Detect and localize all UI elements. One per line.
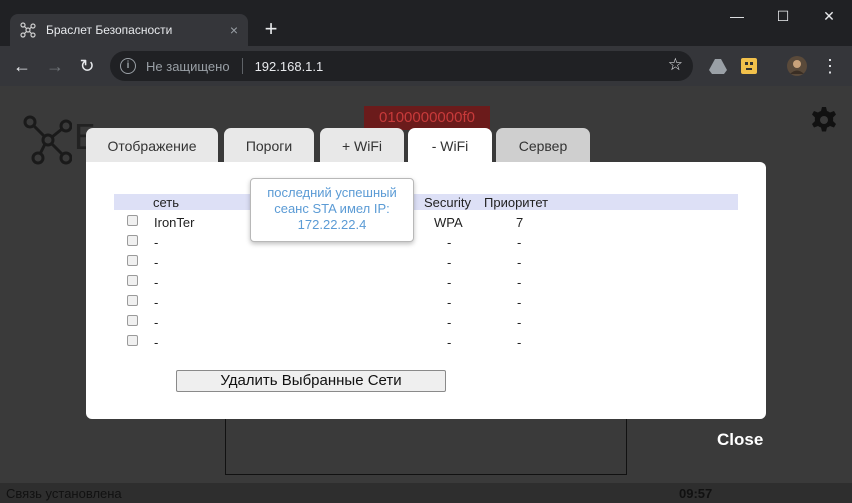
url-text[interactable]: 192.168.1.1 — [255, 59, 324, 74]
menu-icon[interactable]: ⋮ — [818, 54, 842, 78]
header-priority: Приоритет — [484, 195, 549, 210]
row-checkbox[interactable] — [127, 275, 138, 286]
ip-tooltip: последний успешный сеанс STA имел IP: 17… — [250, 178, 414, 242]
device-id-badge: 0100000000f0 — [364, 106, 490, 130]
new-tab-button[interactable]: + — [258, 17, 284, 43]
tab-add-wifi[interactable]: + WiFi — [320, 128, 404, 162]
star-icon[interactable]: ☆ — [668, 55, 683, 75]
tooltip-line: сеанс STA имел IP: — [274, 201, 390, 216]
row-checkbox[interactable] — [127, 295, 138, 306]
reload-button[interactable]: ↻ — [75, 54, 99, 78]
network-priority: 7 — [516, 215, 524, 230]
network-name: - — [154, 295, 159, 310]
row-checkbox[interactable] — [127, 315, 138, 326]
network-security: - — [447, 295, 452, 310]
tab-display[interactable]: Отображение — [86, 128, 218, 162]
security-label: Не защищено — [146, 58, 230, 74]
network-security: - — [447, 235, 452, 250]
clock: 09:57 — [679, 486, 713, 501]
browser-toolbar: ← → ↻ i Не защищено 192.168.1.1 ☆ ⋮ — [0, 46, 852, 86]
close-button[interactable]: Close — [717, 430, 763, 450]
network-name: IronTer — [154, 215, 195, 230]
tab-title: Браслет Безопасности — [46, 23, 173, 37]
logo-icon — [23, 115, 72, 165]
close-window-button[interactable]: ✕ — [806, 4, 852, 28]
network-security: - — [447, 275, 452, 290]
drive-icon[interactable] — [708, 56, 728, 76]
forward-button[interactable]: → — [43, 54, 67, 78]
wifi-dialog: сеть Security Приоритет IronTer WPA 7 - … — [86, 162, 766, 419]
close-tab-icon[interactable]: × — [230, 22, 238, 38]
browser-titlebar: Браслет Безопасности × + — ☐ ✕ — [0, 0, 852, 46]
row-checkbox[interactable] — [127, 335, 138, 346]
network-priority: - — [517, 335, 522, 350]
delete-selected-networks-button[interactable]: Удалить Выбранные Сети — [176, 370, 446, 392]
network-name: - — [154, 235, 159, 250]
header-security: Security — [424, 195, 471, 210]
network-security: WPA — [434, 215, 463, 230]
minimize-button[interactable]: — — [714, 4, 760, 28]
tab-remove-wifi[interactable]: - WiFi — [408, 128, 492, 162]
maximize-button[interactable]: ☐ — [760, 4, 806, 28]
header-network: сеть — [153, 195, 180, 210]
row-checkbox[interactable] — [127, 235, 138, 246]
connection-status: Связь установлена — [6, 486, 122, 501]
tab-server[interactable]: Сервер — [496, 128, 590, 162]
network-priority: - — [517, 295, 522, 310]
network-priority: - — [517, 255, 522, 270]
address-bar[interactable]: i Не защищено 192.168.1.1 ☆ — [110, 51, 693, 81]
row-checkbox[interactable] — [127, 215, 138, 226]
avatar[interactable] — [787, 56, 807, 76]
network-name: - — [154, 315, 159, 330]
tab-thresholds[interactable]: Пороги — [224, 128, 314, 162]
network-priority: - — [517, 235, 522, 250]
tooltip-line: последний успешный — [267, 185, 397, 200]
info-icon[interactable]: i — [120, 58, 136, 74]
gear-icon[interactable] — [810, 106, 838, 134]
app-logo-icon — [20, 22, 36, 38]
network-security: - — [447, 255, 452, 270]
network-name: - — [154, 335, 159, 350]
omnibox-divider — [241, 58, 243, 74]
page-content: Б 0100000000f0 Close Связь установлена 0… — [0, 86, 852, 503]
row-checkbox[interactable] — [127, 255, 138, 266]
back-button[interactable]: ← — [10, 54, 34, 78]
network-security: - — [447, 335, 452, 350]
network-priority: - — [517, 315, 522, 330]
network-priority: - — [517, 275, 522, 290]
network-name: - — [154, 275, 159, 290]
extension-icon[interactable] — [739, 56, 759, 76]
browser-tab[interactable]: Браслет Безопасности × — [10, 14, 248, 46]
network-name: - — [154, 255, 159, 270]
network-security: - — [447, 315, 452, 330]
status-bar — [0, 483, 852, 503]
tooltip-ip: 172.22.22.4 — [297, 217, 367, 232]
